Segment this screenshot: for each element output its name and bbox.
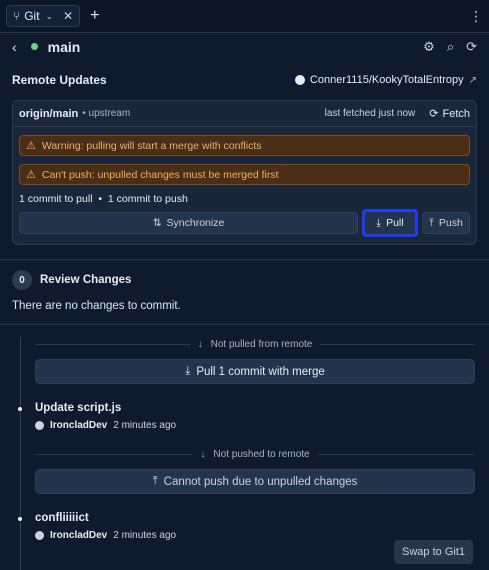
warning-push-text: Can't push: unpulled changes must be mer… [41, 168, 279, 181]
review-changes-section: 0 Review Changes There are no changes to… [0, 260, 489, 324]
not-pulled-marker: ↓ Not pulled from remote [35, 333, 475, 355]
download-icon: ⤓ [185, 365, 191, 377]
review-changes-title: Review Changes [40, 274, 132, 286]
commit-title: confliiiiict [35, 512, 89, 524]
branch-status-dot [30, 43, 38, 50]
commit-item[interactable]: confliiiiict IroncladDev 2 minutes ago [18, 512, 475, 541]
refresh-icon[interactable]: ⟳ [466, 39, 477, 55]
synchronize-label: Synchronize [166, 217, 225, 229]
cannot-push-label: Cannot push due to unpulled changes [163, 475, 358, 488]
pull-label: Pull [386, 217, 404, 229]
repo-link[interactable]: Conner1115/KookyTotalEntropy ↗ [294, 74, 477, 86]
warning-cant-push: ⚠ Can't push: unpulled changes must be m… [19, 164, 470, 185]
external-link-icon: ↗ [468, 74, 477, 86]
repo-name: Conner1115/KookyTotalEntropy [309, 74, 464, 86]
remote-card: origin/main • upstream last fetched just… [12, 100, 477, 245]
commit-time: 2 minutes ago [113, 530, 177, 541]
tab-git[interactable]: ⑂ Git ⌄ ✕ [6, 5, 81, 27]
fetch-refresh-icon: ⟳ [429, 108, 439, 120]
avatar [35, 421, 44, 430]
tab-label: Git [24, 9, 40, 23]
synchronize-button[interactable]: ⇅ Synchronize [19, 212, 358, 234]
no-changes-text: There are no changes to commit. [12, 300, 181, 312]
fetch-label: Fetch [442, 107, 470, 120]
arrow-down-icon: ↓ [200, 448, 206, 460]
cannot-push-button[interactable]: ⤒ Cannot push due to unpulled changes [35, 469, 475, 494]
chevron-down-icon[interactable]: ⌄ [46, 11, 54, 22]
upload-icon: ⤒ [429, 216, 434, 229]
download-icon: ⤓ [376, 216, 382, 229]
not-pulled-label: Not pulled from remote [210, 338, 313, 350]
github-icon [294, 75, 305, 85]
arrow-down-icon: ↓ [197, 338, 203, 350]
origin-branch: origin/main [19, 107, 79, 120]
changes-count-badge: 0 [12, 270, 32, 290]
warning-pull-conflicts: ⚠ Warning: pulling will start a merge wi… [19, 135, 470, 156]
commit-dot [18, 407, 22, 411]
settings-gear-icon[interactable]: ⚙ [423, 39, 435, 55]
commit-title: Update script.js [35, 402, 122, 414]
not-pushed-label: Not pushed to remote [213, 448, 310, 460]
branch-header: ‹ main ⚙ ⌕ ⟳ [0, 33, 489, 60]
remote-updates-header: Remote Updates Conner1115/KookyTotalEntr… [0, 66, 489, 94]
close-icon[interactable]: ✕ [63, 9, 73, 23]
fetch-button[interactable]: ⟳ Fetch [429, 107, 470, 121]
pull-with-merge-label: Pull 1 commit with merge [196, 365, 325, 378]
branch-name: main [47, 38, 81, 55]
commit-timeline: ↓ Not pulled from remote ⤓ Pull 1 commit… [0, 325, 489, 570]
not-pushed-marker: ↓ Not pushed to remote [35, 443, 476, 465]
remote-updates-title: Remote Updates [12, 73, 107, 87]
upload-icon: ⤒ [152, 475, 158, 487]
avatar [35, 531, 44, 540]
warning-pull-text: Warning: pulling will start a merge with… [41, 139, 262, 152]
pull-button[interactable]: ⤓ Pull [362, 209, 418, 237]
search-icon[interactable]: ⌕ [447, 39, 454, 55]
git-branch-icon: ⑂ [13, 9, 21, 23]
timeline-line [20, 337, 21, 570]
push-button[interactable]: ⤒ Push [422, 212, 470, 234]
commit-time: 2 minutes ago [113, 420, 177, 431]
upstream-label: • upstream [82, 108, 131, 119]
commit-item[interactable]: Update script.js IroncladDev 2 minutes a… [18, 402, 475, 431]
commit-author: IroncladDev [50, 530, 108, 541]
tab-bar: ⑂ Git ⌄ ✕ + ⋮ [0, 0, 489, 33]
new-tab-icon[interactable]: + [90, 7, 99, 25]
push-label: Push [438, 217, 463, 229]
warning-icon: ⚠ [26, 140, 36, 152]
back-arrow-icon[interactable]: ‹ [12, 39, 17, 55]
commit-author: IroncladDev [50, 420, 108, 431]
warning-icon: ⚠ [26, 169, 36, 181]
swap-to-git1-button[interactable]: Swap to Git1 [394, 540, 473, 564]
sync-arrows-icon: ⇅ [152, 217, 162, 229]
last-fetched: last fetched just now [324, 108, 416, 119]
commit-counts: 1 commit to pull • 1 commit to push [19, 193, 188, 205]
more-options-icon[interactable]: ⋮ [469, 8, 483, 25]
commit-dot [18, 517, 22, 521]
pull-with-merge-button[interactable]: ⤓ Pull 1 commit with merge [35, 359, 475, 384]
